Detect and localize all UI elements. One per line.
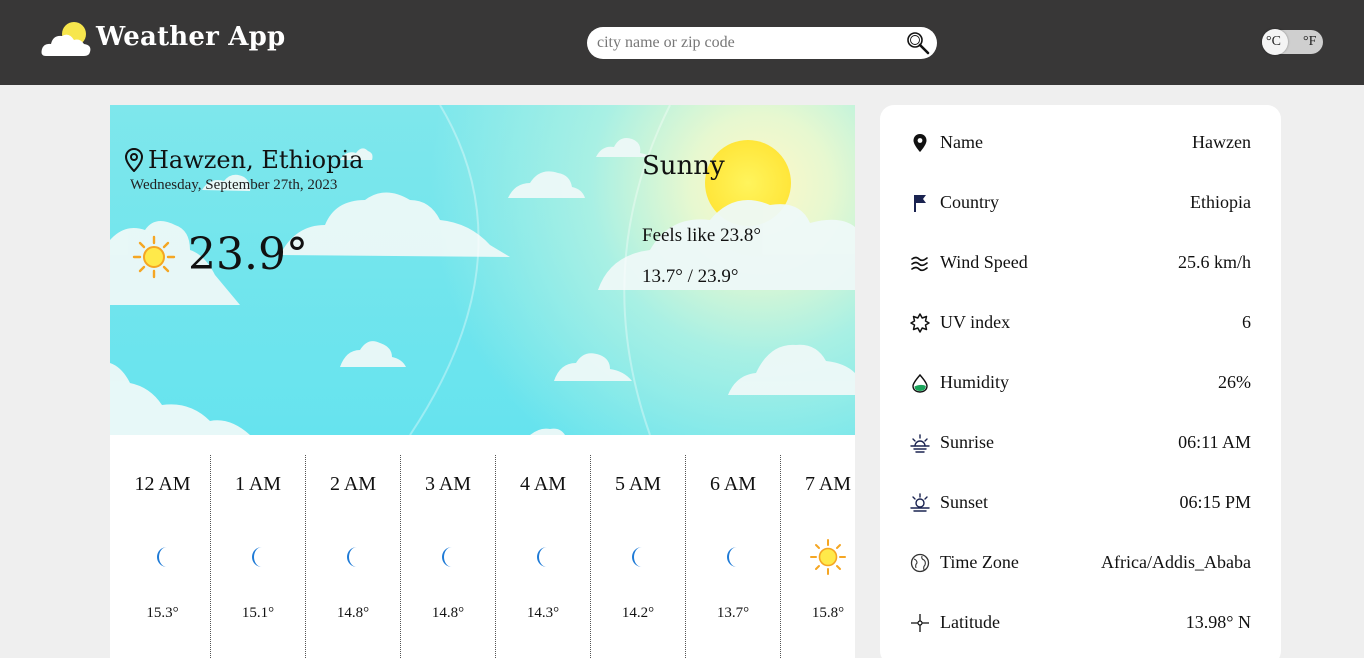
moon-icon [347,547,357,567]
hour-temp: 15.1° [241,605,275,621]
unit-fahrenheit-label[interactable]: °F [1303,34,1316,50]
moon-icon [727,547,737,567]
flag-icon [914,195,926,212]
detail-row-humidity: Humidity 26% [880,363,1281,403]
hour-time: 5 AM [614,473,662,495]
detail-value: Africa/Addis_Ababa [1101,552,1251,572]
detail-label: Sunrise [940,432,994,452]
detail-label: Wind Speed [940,252,1028,272]
moon-icon [537,547,547,567]
current-weather-card: Hawzen, Ethiopia Wednesday, September 27… [110,105,855,435]
top-bar: Weather App °C °F [0,0,1364,85]
hourly-item: 4 AM 14.3° [495,455,590,658]
feels-like: Feels like 23.8° [642,225,761,246]
detail-label: Name [940,132,983,152]
current-temperature: 23.9° [188,229,308,280]
moon-icon [632,547,642,567]
current-date: Wednesday, September 27th, 2023 [130,177,338,193]
hourly-item: 1 AM 15.1° [210,455,305,658]
uv-icon [910,313,930,333]
detail-label: Humidity [940,372,1010,392]
detail-label: Sunset [940,492,989,512]
detail-label: Time Zone [940,552,1019,572]
hour-temp: 14.8° [336,605,370,621]
detail-row-latitude: Latitude 13.98° N [880,603,1281,643]
hourly-item: 3 AM 14.8° [400,455,495,658]
hourly-item: 6 AM 13.7° [685,455,780,658]
detail-value: Hawzen [1192,132,1251,152]
detail-value: 6 [1242,312,1251,332]
detail-value: Ethiopia [1190,192,1251,212]
sunrise-icon [910,434,930,453]
hour-time: 3 AM [424,473,472,495]
moon-icon [442,547,452,567]
hourly-item: 7 AM 15.8° [780,455,855,658]
hour-time: 2 AM [329,473,377,495]
sun-icon [810,539,846,575]
hour-temp: 13.7° [716,605,750,621]
weather-condition: Sunny [642,151,725,181]
detail-row-time-zone: Time Zone Africa/Addis_Ababa [880,543,1281,583]
sunset-icon [910,493,930,512]
detail-label: Latitude [940,612,1000,632]
hourly-item: 12 AM 15.3° [115,455,210,658]
hour-time: 7 AM [804,473,852,495]
app-title: Weather App [96,22,286,52]
hour-temp: 14.8° [431,605,465,621]
hour-temp: 14.2° [621,605,655,621]
detail-value: 26% [1218,372,1251,392]
hour-temp: 15.8° [811,605,845,621]
hourly-item: 5 AM 14.2° [590,455,685,658]
search-bar [587,27,937,59]
hourly-item: 2 AM 14.8° [305,455,400,658]
detail-value: 25.6 km/h [1177,252,1251,272]
location-name: Hawzen, Ethiopia [148,146,364,174]
detail-row-sunrise: Sunrise 06:11 AM [880,423,1281,463]
detail-row-uv-index: UV index 6 [880,303,1281,343]
detail-row-name: Name Hawzen [880,123,1281,163]
hour-time: 12 AM [134,473,191,495]
wind-icon [911,256,928,272]
hour-time: 1 AM [234,473,282,495]
hour-temp: 15.3° [146,605,179,621]
globe-icon [910,553,930,573]
location-pin-icon [124,148,144,172]
temperature-range: 13.7° / 23.9° [642,266,739,287]
latitude-icon [911,614,929,632]
sun-icon [132,235,176,279]
humidity-icon [912,373,928,393]
detail-value: 13.98° N [1185,612,1251,632]
detail-row-wind-speed: Wind Speed 25.6 km/h [880,243,1281,283]
weather-logo-icon [41,22,91,56]
hour-time: 6 AM [709,473,757,495]
weather-details-panel: Name Hawzen Country Ethiopia Wind Speed … [880,105,1281,658]
pin-icon [913,134,927,152]
hour-temp: 14.3° [526,605,560,621]
moon-icon [252,547,262,567]
detail-label: Country [940,192,1000,212]
detail-value: 06:11 AM [1178,432,1251,452]
detail-row-country: Country Ethiopia [880,183,1281,223]
detail-label: UV index [940,312,1011,332]
hour-time: 4 AM [519,473,567,495]
unit-celsius-label[interactable]: °C [1266,34,1281,50]
hourly-forecast: 12 AM 15.3° 1 AM 15.1° 2 AM 14.8° 3 AM 1… [110,435,855,658]
detail-row-sunset: Sunset 06:15 PM [880,483,1281,523]
moon-icon [156,547,167,567]
detail-value: 06:15 PM [1179,492,1251,512]
search-icon[interactable] [905,30,931,56]
search-input[interactable] [597,31,897,55]
unit-toggle[interactable]: °C °F [1262,29,1323,55]
